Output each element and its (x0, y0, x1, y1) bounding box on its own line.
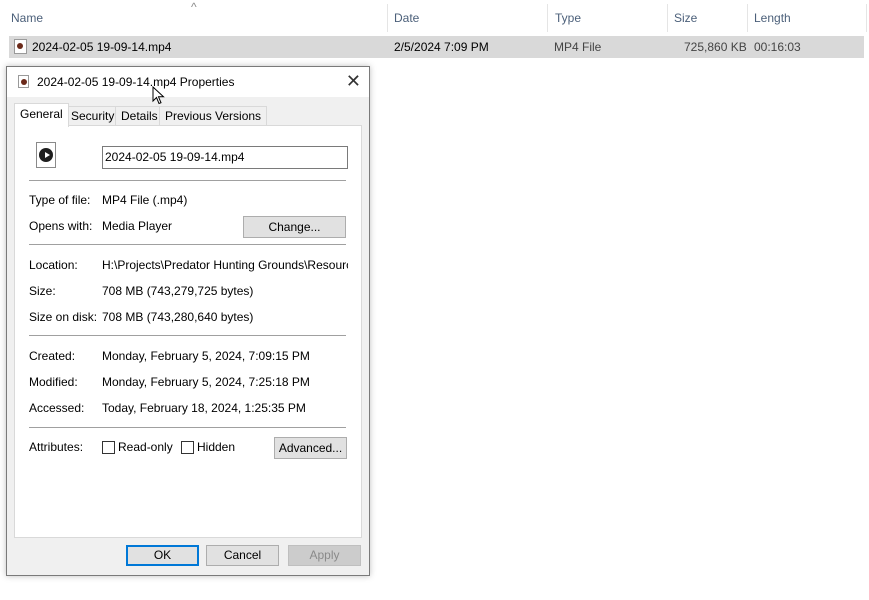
size-label: Size: (29, 284, 56, 298)
apply-button[interactable]: Apply (288, 545, 361, 566)
attributes-label: Attributes: (29, 440, 84, 454)
file-length: 00:16:03 (754, 40, 801, 54)
file-size: 725,860 KB (684, 40, 747, 54)
media-file-icon (36, 142, 56, 168)
file-type: MP4 File (554, 40, 602, 54)
location-value-clip: H:\Projects\Predator Hunting Grounds\Res… (102, 258, 348, 272)
sort-ascending-icon: ^ (191, 0, 197, 14)
created-value: Monday, February 5, 2024, 7:09:15 PM (102, 349, 310, 363)
file-row[interactable]: 2024-02-05 19-09-14.mp4 2/5/2024 7:09 PM… (9, 36, 864, 58)
size-value: 708 MB (743,279,725 bytes) (102, 284, 254, 298)
created-label: Created: (29, 349, 76, 363)
column-header-date[interactable]: Date (394, 11, 419, 25)
ok-button[interactable]: OK (126, 545, 199, 566)
hidden-label[interactable]: Hidden (197, 440, 235, 454)
mp4-file-icon (18, 75, 29, 88)
column-header-name[interactable]: Name (11, 11, 43, 25)
column-header-length[interactable]: Length (754, 11, 791, 25)
tab-previous-versions[interactable]: Previous Versions (159, 106, 268, 126)
column-divider[interactable] (547, 4, 548, 32)
file-date: 2/5/2024 7:09 PM (394, 40, 489, 54)
opens-with-value: Media Player (102, 219, 173, 233)
dialog-title: 2024-02-05 19-09-14.mp4 Properties (37, 75, 235, 89)
tab-details[interactable]: Details (115, 106, 164, 126)
accessed-label: Accessed: (29, 401, 85, 415)
change-button[interactable]: Change... (243, 216, 346, 238)
filename-input[interactable] (103, 147, 345, 166)
type-value: MP4 File (.mp4) (102, 193, 188, 207)
divider (29, 244, 346, 245)
location-value[interactable]: H:\Projects\Predator Hunting Grounds\Res… (102, 258, 348, 272)
readonly-label[interactable]: Read-only (118, 440, 173, 454)
column-header-bar: ^ Name Date Type Size Length (0, 0, 869, 36)
cancel-button[interactable]: Cancel (206, 545, 279, 566)
mouse-cursor-icon (152, 86, 165, 105)
dialog-title-bar[interactable]: 2024-02-05 19-09-14.mp4 Properties ✕ (7, 67, 369, 97)
properties-dialog: 2024-02-05 19-09-14.mp4 Properties ✕ Gen… (6, 66, 370, 576)
filename-field[interactable] (102, 146, 348, 169)
size-on-disk-label: Size on disk: (29, 310, 98, 324)
general-tab-panel: Type of file: MP4 File (.mp4) Opens with… (14, 125, 362, 538)
column-divider[interactable] (866, 4, 867, 32)
column-divider[interactable] (667, 4, 668, 32)
location-label: Location: (29, 258, 78, 272)
modified-value: Monday, February 5, 2024, 7:25:18 PM (102, 375, 310, 389)
tab-security[interactable]: Security (65, 106, 121, 126)
column-divider[interactable] (747, 4, 748, 32)
column-header-size[interactable]: Size (674, 11, 697, 25)
mp4-file-icon (14, 39, 27, 54)
divider (29, 427, 346, 428)
readonly-checkbox[interactable] (102, 441, 115, 454)
close-icon[interactable]: ✕ (346, 71, 361, 92)
divider (29, 180, 346, 181)
column-header-type[interactable]: Type (555, 11, 581, 25)
column-divider[interactable] (387, 4, 388, 32)
file-name: 2024-02-05 19-09-14.mp4 (32, 40, 172, 54)
hidden-checkbox[interactable] (181, 441, 194, 454)
size-on-disk-value: 708 MB (743,280,640 bytes) (102, 310, 254, 324)
advanced-button[interactable]: Advanced... (274, 437, 347, 459)
type-label: Type of file: (29, 193, 91, 207)
opens-with-label: Opens with: (29, 219, 93, 233)
accessed-value: Today, February 18, 2024, 1:25:35 PM (102, 401, 306, 415)
tab-general[interactable]: General (14, 103, 69, 127)
modified-label: Modified: (29, 375, 78, 389)
divider (29, 335, 346, 336)
